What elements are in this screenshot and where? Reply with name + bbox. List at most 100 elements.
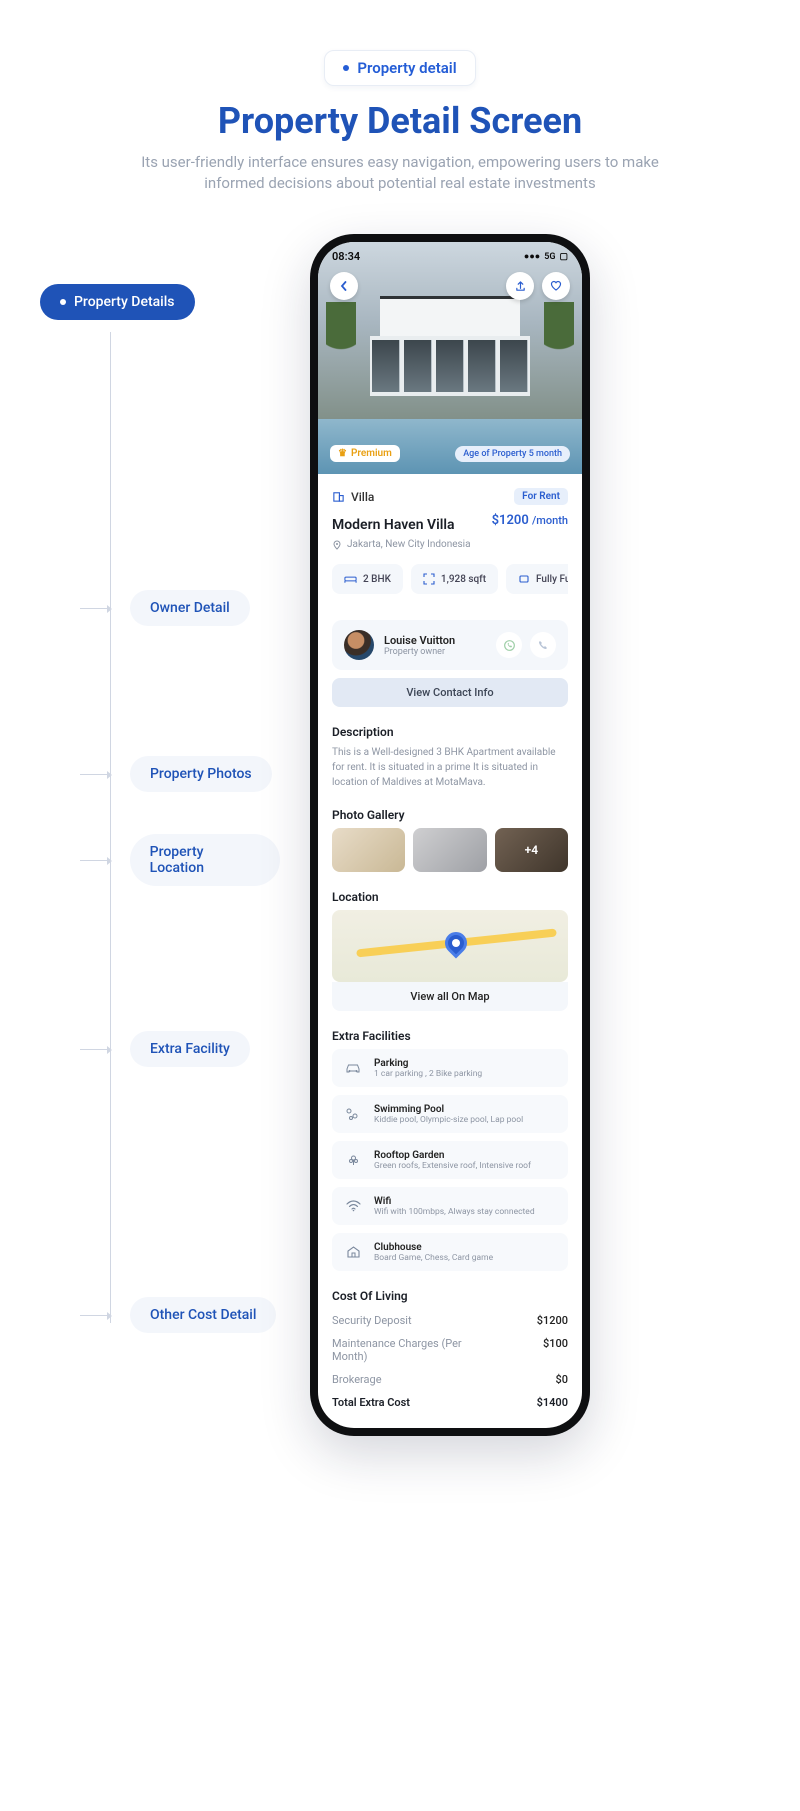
dot-icon	[60, 299, 66, 305]
view-map-button[interactable]: View all On Map	[332, 982, 568, 1011]
cost-value: $0	[555, 1373, 568, 1386]
cost-row: Maintenance Charges (Per Month) $100	[332, 1332, 568, 1368]
dot-icon	[343, 65, 349, 71]
facilities-heading: Extra Facilities	[332, 1029, 568, 1043]
clock: 08:34	[332, 250, 360, 263]
timeline-item-property-location[interactable]: Property Location	[130, 834, 280, 886]
cost-heading: Cost Of Living	[332, 1289, 568, 1303]
bed-icon	[344, 574, 357, 584]
battery-icon: ▢	[559, 252, 568, 262]
cost-value: $100	[543, 1337, 568, 1350]
description-heading: Description	[332, 725, 568, 739]
clubhouse-icon	[342, 1241, 364, 1263]
sofa-icon	[518, 573, 530, 585]
premium-badge: ♛ Premium	[330, 445, 400, 462]
pin-icon	[332, 540, 342, 550]
location-text: Jakarta, New City Indonesia	[347, 539, 471, 550]
house-illustration	[370, 296, 530, 396]
gallery-thumb[interactable]	[413, 828, 486, 872]
property-price: $1200 /month	[492, 513, 568, 528]
cost-value: $1200	[537, 1314, 568, 1327]
owner-card: Louise Vuitton Property owner	[332, 620, 568, 670]
timeline-item-extra-facility[interactable]: Extra Facility	[130, 1031, 250, 1067]
description-text: This is a Well-designed 3 BHK Apartment …	[332, 745, 568, 790]
property-type: Villa	[332, 490, 374, 504]
chip-label: Fully Fu	[536, 574, 568, 585]
map-preview[interactable]	[332, 910, 568, 982]
property-age-badge: Age of Property 5 month	[455, 446, 570, 462]
heart-icon	[550, 280, 562, 292]
cost-label: Brokerage	[332, 1373, 382, 1386]
connector-icon	[80, 860, 110, 861]
facility-item: WifiWifi with 100mbps, Always stay conne…	[332, 1187, 568, 1225]
building-icon	[332, 490, 345, 503]
cost-label: Maintenance Charges (Per Month)	[332, 1337, 472, 1363]
phone-icon	[537, 639, 549, 651]
signal-icon: ●●●	[524, 251, 540, 262]
page-subtitle: Its user-friendly interface ensures easy…	[120, 152, 680, 194]
cost-label: Security Deposit	[332, 1314, 412, 1327]
cost-total-value: $1400	[537, 1396, 568, 1409]
chevron-left-icon	[339, 281, 349, 291]
property-name: Modern Haven Villa	[332, 517, 455, 533]
timeline-item-property-details[interactable]: Property Details	[40, 284, 195, 320]
property-type-label: Villa	[351, 490, 374, 504]
connector-icon	[80, 608, 110, 609]
facility-sub: Wifi with 100mbps, Always stay connected	[374, 1207, 535, 1217]
chip-label: 1,928 sqft	[441, 574, 486, 585]
timeline-item-label: Property Location	[150, 844, 260, 876]
timeline-item-label: Other Cost Detail	[150, 1307, 256, 1323]
facility-title: Wifi	[374, 1196, 535, 1207]
location-heading: Location	[332, 890, 568, 904]
price-period: /month	[532, 514, 568, 527]
gallery-thumb-more[interactable]: +4	[495, 828, 568, 872]
share-button[interactable]	[506, 272, 534, 300]
car-icon	[342, 1057, 364, 1079]
tree-illustration	[544, 302, 574, 372]
timeline-item-property-photos[interactable]: Property Photos	[130, 756, 272, 792]
connector-icon	[80, 774, 110, 775]
back-button[interactable]	[330, 272, 358, 300]
status-bar: 08:34 ●●● 5G ▢	[318, 242, 582, 267]
timeline-item-label: Property Details	[74, 294, 175, 310]
timeline-item-label: Extra Facility	[150, 1041, 230, 1057]
premium-label: Premium	[351, 448, 392, 459]
chip-label: 2 BHK	[363, 574, 391, 585]
chip-furnish: Fully Fu	[506, 564, 568, 594]
header-badge-label: Property detail	[357, 59, 456, 77]
timeline-item-label: Owner Detail	[150, 600, 230, 616]
timeline-item-owner-detail[interactable]: Owner Detail	[130, 590, 250, 626]
timeline-item-other-cost-detail[interactable]: Other Cost Detail	[130, 1297, 276, 1333]
cost-total-label: Total Extra Cost	[332, 1396, 410, 1409]
whatsapp-icon	[503, 639, 516, 652]
cost-row: Security Deposit $1200	[332, 1309, 568, 1332]
wifi-icon	[342, 1195, 364, 1217]
facility-title: Clubhouse	[374, 1242, 493, 1253]
chip-bhk: 2 BHK	[332, 564, 403, 594]
whatsapp-button[interactable]	[496, 632, 522, 658]
view-contact-button[interactable]: View Contact Info	[332, 678, 568, 707]
call-button[interactable]	[530, 632, 556, 658]
owner-name: Louise Vuitton	[384, 634, 486, 647]
facility-title: Parking	[374, 1058, 482, 1069]
share-icon	[515, 281, 526, 292]
property-hero-image: ♛ Premium Age of Property 5 month	[318, 242, 582, 474]
facility-sub: Board Game, Chess, Card game	[374, 1253, 493, 1263]
facility-item: Rooftop GardenGreen roofs, Extensive roo…	[332, 1141, 568, 1179]
expand-icon	[423, 573, 435, 585]
facility-item: Parking1 car parking , 2 Bike parking	[332, 1049, 568, 1087]
connector-icon	[80, 1315, 110, 1316]
timeline-item-label: Property Photos	[150, 766, 252, 782]
favorite-button[interactable]	[542, 272, 570, 300]
page-title: Property Detail Screen	[40, 100, 760, 142]
owner-role: Property owner	[384, 647, 486, 657]
cost-row: Brokerage $0	[332, 1368, 568, 1391]
chip-area: 1,928 sqft	[411, 564, 498, 594]
property-location: Jakarta, New City Indonesia	[332, 539, 568, 550]
phone-frame: 08:34 ●●● 5G ▢	[310, 234, 590, 1436]
tree-illustration	[326, 302, 356, 372]
owner-avatar	[344, 630, 374, 660]
gallery-heading: Photo Gallery	[332, 808, 568, 822]
gallery-thumb[interactable]	[332, 828, 405, 872]
price-value: $1200	[492, 513, 529, 528]
